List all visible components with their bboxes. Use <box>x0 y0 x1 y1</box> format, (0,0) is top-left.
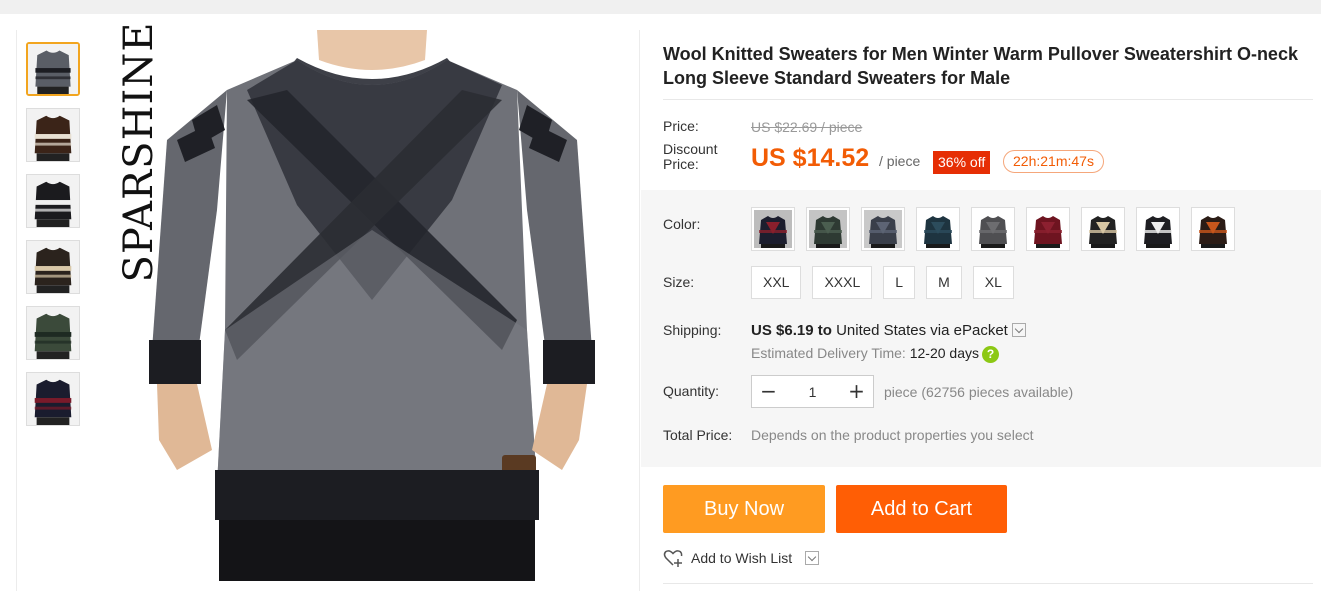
bottom-divider <box>663 583 1313 584</box>
quantity-availability: piece (62756 pieces available) <box>884 384 1074 400</box>
thumbnail-list <box>26 42 82 438</box>
delivery-days-word: days <box>949 345 979 361</box>
top-strip <box>0 0 1321 14</box>
discount-badge: 36% off <box>933 151 991 174</box>
help-icon[interactable]: ? <box>982 345 999 363</box>
delivery-estimate: Estimated Delivery Time: 12-20 days? <box>751 345 999 363</box>
color-swatch-teal-navy[interactable] <box>916 207 960 251</box>
black-white-stripe-sweater-thumb[interactable] <box>26 174 80 228</box>
price-label: Price: <box>663 118 699 134</box>
shipping-destination: United States via ePacket <box>836 322 1008 339</box>
size-option-xl[interactable]: XL <box>972 266 1014 299</box>
total-price-value: Depends on the product properties you se… <box>751 427 1034 443</box>
discount-price: US $14.52 <box>751 144 870 172</box>
brand-watermark: SPARSHINE <box>116 21 162 282</box>
color-swatch-gray[interactable] <box>971 207 1015 251</box>
color-swatch-dark-green[interactable] <box>806 207 850 251</box>
quantity-row: Quantity: − + piece (62756 pieces availa… <box>663 375 1313 408</box>
color-swatch-black-beige-stripe[interactable] <box>1081 207 1125 251</box>
quantity-input[interactable] <box>785 376 840 407</box>
delivery-days: 12-20 <box>909 345 946 361</box>
beige-stripe-sweater-thumb[interactable] <box>26 240 80 294</box>
chevron-down-icon[interactable] <box>1011 323 1026 338</box>
gray-sweater-image <box>107 30 627 581</box>
size-row: Size: XXL XXXL L M XL <box>663 266 1313 299</box>
product-title: Wool Knitted Sweaters for Men Winter War… <box>663 44 1298 88</box>
size-option-xxl[interactable]: XXL <box>751 266 802 299</box>
countdown-timer: 22h:21m:47s <box>1003 150 1104 173</box>
color-swatch-navy-red[interactable] <box>751 207 795 251</box>
discount-price-row: Discount Price: US $14.52 / piece 36% of… <box>663 140 1313 176</box>
total-price-row: Total Price: Depends on the product prop… <box>663 427 1313 447</box>
shipping-method[interactable]: US $6.19 to United States via ePacket <box>751 322 1026 339</box>
total-price-label: Total Price: <box>663 427 733 443</box>
green-sweater-thumb[interactable] <box>26 306 80 360</box>
title-divider <box>663 99 1313 100</box>
add-to-cart-button[interactable]: Add to Cart <box>836 485 1007 533</box>
size-options: XXL XXXL L M XL <box>751 266 1014 299</box>
shipping-row: Shipping: US $6.19 to United States via … <box>663 320 1313 364</box>
discount-price-label: Discount Price: <box>663 141 718 172</box>
color-swatch-burgundy[interactable] <box>1026 207 1070 251</box>
product-gallery: SPARSHINE <box>16 21 640 591</box>
price-row: Price: US $22.69 / piece <box>663 116 1313 136</box>
shipping-to: to <box>817 322 832 339</box>
size-option-m[interactable]: M <box>926 266 962 299</box>
shipping-label: Shipping: <box>663 322 722 338</box>
original-price: US $22.69 / piece <box>751 119 863 135</box>
color-swatch-black-white-stripe[interactable] <box>1136 207 1180 251</box>
product-options: Color: Size: XXL XXXL L M XL Shipping: U… <box>641 190 1321 467</box>
wish-list-label[interactable]: Add to Wish List <box>691 550 792 566</box>
heart-plus-icon <box>663 550 683 567</box>
per-piece-unit: / piece <box>879 153 921 169</box>
size-option-xxxl[interactable]: XXXL <box>812 266 873 299</box>
color-row: Color: <box>663 207 1313 251</box>
delivery-label: Estimated Delivery Time: <box>751 345 906 361</box>
quantity-increase-button[interactable]: + <box>840 376 873 407</box>
color-swatch-dark-gray[interactable] <box>861 207 905 251</box>
shipping-cost: US $6.19 <box>751 322 814 339</box>
brown-stripe-sweater-thumb[interactable] <box>26 108 80 162</box>
gray-black-sweater-thumb[interactable] <box>26 42 80 96</box>
size-label: Size: <box>663 274 695 290</box>
chevron-down-icon[interactable] <box>805 551 819 565</box>
buy-now-button[interactable]: Buy Now <box>663 485 825 533</box>
quantity-decrease-button[interactable]: − <box>752 376 785 407</box>
size-option-l[interactable]: L <box>883 266 916 299</box>
color-swatch-brown-orange-stripe[interactable] <box>1191 207 1235 251</box>
color-label: Color: <box>663 216 701 232</box>
navy-red-sweater-thumb[interactable] <box>26 372 80 426</box>
main-product-image[interactable] <box>107 30 627 581</box>
quantity-stepper: − + <box>751 375 874 408</box>
color-swatches <box>751 207 1235 251</box>
quantity-label: Quantity: <box>663 383 720 399</box>
